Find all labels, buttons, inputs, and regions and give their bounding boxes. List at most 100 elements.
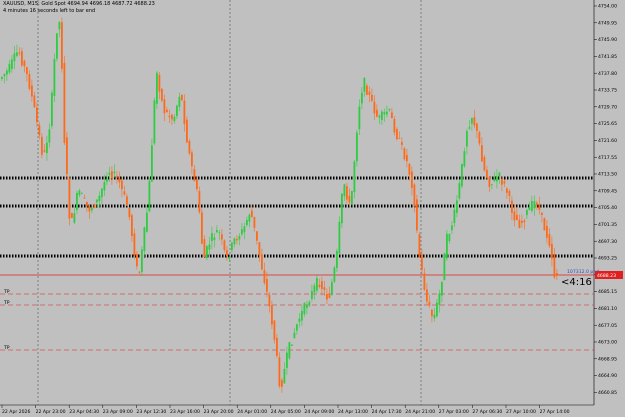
candle-body (421, 254, 423, 270)
bar-timer: <4:16 (561, 277, 592, 288)
candle-body (338, 221, 341, 254)
bar-countdown-text: 4 minutes 16 seconds left to bar end (3, 8, 96, 14)
candle-body (6, 70, 8, 75)
candle-body (321, 281, 323, 290)
candle-body (403, 148, 406, 160)
candle-body (226, 250, 228, 257)
candle-body (423, 273, 426, 290)
candle-body (451, 225, 453, 231)
candle-body (163, 99, 166, 114)
candle-body (183, 100, 186, 125)
candle-body (446, 233, 448, 259)
candle-body (363, 77, 366, 92)
candle-body (198, 191, 201, 213)
candle-body (181, 94, 183, 101)
candle-body (268, 294, 271, 307)
candle-body (86, 201, 88, 207)
candle-body (201, 212, 203, 244)
candle-body (388, 109, 391, 111)
candle-body (436, 302, 438, 317)
time-tick-label: 27 Apr 03:00 (439, 409, 469, 415)
price-tick-label: 4721.60 (598, 138, 617, 144)
candle-body (503, 181, 506, 184)
candle-body (443, 253, 446, 281)
chart-window[interactable]: TP TP TP 107312.0 ped 4754.00 4749.95 4745… (0, 0, 625, 417)
candle-body (88, 206, 91, 212)
time-tick-label: 24 Apr 21:00 (405, 409, 435, 415)
candle-body (358, 106, 361, 130)
price-tick-label: 4693.25 (598, 256, 617, 262)
candle-body (293, 332, 296, 338)
candle-body (221, 234, 223, 240)
candle-body (331, 281, 333, 295)
candle-body (343, 184, 346, 197)
candle-body (381, 111, 383, 120)
candle-body (176, 105, 178, 117)
candle-body (36, 107, 38, 122)
candle-body (73, 213, 76, 223)
candle-body (378, 115, 381, 118)
day-separators (37, 0, 422, 405)
candle-body (341, 193, 343, 224)
candle-body (483, 157, 486, 171)
candle-body (463, 151, 466, 167)
candle-body (318, 284, 321, 287)
candle-body (48, 129, 51, 143)
time-tick-label: 27 Apr 10:00 (506, 409, 536, 415)
price-tick-label: 4745.90 (598, 37, 617, 43)
candle-body (93, 204, 96, 208)
candle-body (376, 109, 378, 117)
candle-body (168, 115, 171, 118)
candle-body (418, 234, 421, 257)
candle-body (63, 62, 66, 143)
price-tick-label: 4725.65 (598, 121, 617, 127)
candle-body (263, 270, 266, 283)
candle-body (193, 169, 196, 182)
candle-body (523, 220, 526, 223)
candle-body (488, 177, 491, 187)
candle-body (456, 200, 458, 213)
price-tick-label: 4754.00 (598, 4, 617, 10)
candle-body (311, 290, 313, 299)
price-tick-label: 4701.35 (598, 222, 617, 228)
candle-body (286, 352, 288, 368)
candle-body (171, 114, 173, 120)
candle-body (23, 60, 26, 67)
candle-body (136, 253, 138, 267)
candle-body (306, 305, 308, 309)
candle-body (346, 186, 348, 200)
candle-body (296, 324, 298, 331)
candle-body (526, 210, 528, 216)
candle-body (123, 191, 126, 195)
candle-body (481, 145, 483, 162)
candle-body (493, 177, 496, 182)
candle-body (126, 196, 128, 206)
candle-body (21, 51, 23, 66)
candle-body (518, 219, 521, 228)
candle-body (416, 199, 418, 231)
price-tick-label: 4664.90 (598, 373, 617, 379)
candle-body (553, 253, 556, 278)
candle-body (408, 163, 411, 175)
candle-body (166, 109, 168, 113)
candle-body (16, 52, 18, 56)
price-chart[interactable]: TP TP TP 107312.0 ped 4754.00 4749.95 4745… (0, 0, 625, 417)
candle-body (548, 234, 551, 246)
price-tick-label: 4673.00 (598, 340, 617, 346)
time-tick-label: 23 Apr 09:00 (103, 409, 133, 415)
candle-body (273, 320, 276, 340)
candle-body (156, 72, 158, 104)
time-tick-label: 23 Apr 04:30 (69, 409, 99, 415)
candle-body (278, 357, 281, 387)
candle-body (68, 178, 71, 219)
candle-body (271, 305, 273, 325)
candle-body (83, 197, 86, 199)
candle-body (391, 112, 393, 119)
candle-body (46, 142, 48, 153)
candle-body (56, 33, 58, 59)
candle-body (173, 116, 176, 122)
candle-body (353, 161, 356, 193)
price-tick-label: 4741.85 (598, 54, 617, 60)
candle-body (33, 95, 36, 108)
candle-body (251, 210, 253, 218)
